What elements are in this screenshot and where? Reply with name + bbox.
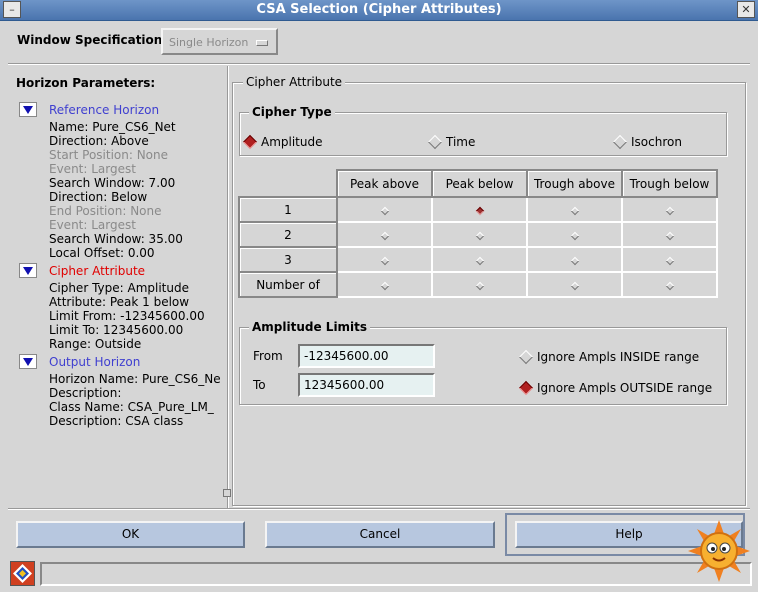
ref-name: Name: Pure_CS6_Net <box>49 120 176 134</box>
matrix-cell-radio[interactable] <box>336 271 433 298</box>
limit-from-summary: Limit From: -12345600.00 <box>49 309 205 323</box>
matrix-cell-radio[interactable] <box>431 271 528 298</box>
window-spec-option-menu[interactable]: Single Horizon <box>161 28 278 55</box>
cipher-type-summary: Cipher Type: Amplitude <box>49 281 189 295</box>
ref-local-offset: Local Offset: 0.00 <box>49 246 155 260</box>
window-spec-value: Single Horizon <box>169 36 249 49</box>
attribute-summary: Attribute: Peak 1 below <box>49 295 190 309</box>
ref-direction-above: Direction: Above <box>49 134 149 148</box>
radio-unselected-icon <box>518 349 534 365</box>
cipher-attribute-group-title: Cipher Attribute <box>243 75 346 89</box>
to-label: To <box>253 378 266 392</box>
limit-from-input[interactable]: -12345600.00 <box>298 344 435 368</box>
radio-ignore-outside[interactable]: Ignore Ampls OUTSIDE range <box>518 380 713 396</box>
col-header-peak-above: Peak above <box>336 169 433 198</box>
ref-end-position: End Position: None <box>49 204 162 218</box>
row-header-2: 2 <box>238 221 338 248</box>
close-button[interactable]: ✕ <box>737 1 755 18</box>
matrix-cell-radio-selected[interactable] <box>431 196 528 223</box>
radio-ignore-inside[interactable]: Ignore Ampls INSIDE range <box>518 349 700 365</box>
matrix-cell-radio[interactable] <box>336 246 433 273</box>
window-title: CSA Selection (Cipher Attributes) <box>256 2 502 17</box>
option-menu-indicator-icon <box>256 40 268 46</box>
matrix-cell-radio[interactable] <box>526 196 623 223</box>
matrix-cell-radio[interactable] <box>431 221 528 248</box>
col-header-trough-below: Trough below <box>621 169 718 198</box>
matrix-cell-radio[interactable] <box>526 246 623 273</box>
range-summary: Range: Outside <box>49 337 142 351</box>
bottom-separator <box>8 508 750 510</box>
radio-ignore-outside-label: Ignore Ampls OUTSIDE range <box>537 381 713 395</box>
matrix-corner <box>239 170 337 197</box>
horizon-parameters-title: Horizon Parameters: <box>16 76 156 90</box>
radio-time-label: Time <box>446 135 476 149</box>
cipher-attribute-expand-icon[interactable] <box>19 263 37 278</box>
matrix-cell-radio[interactable] <box>621 221 718 248</box>
top-separator <box>8 63 750 65</box>
col-header-trough-above: Trough above <box>526 169 623 198</box>
radio-isochron[interactable]: Isochron <box>612 134 682 150</box>
row-header-3: 3 <box>238 246 338 273</box>
matrix-cell-radio[interactable] <box>526 271 623 298</box>
cancel-button[interactable]: Cancel <box>265 521 495 548</box>
output-class-name: Class Name: CSA_Pure_LM_ <box>49 400 214 414</box>
matrix-cell-radio[interactable] <box>526 221 623 248</box>
reference-horizon-heading[interactable]: Reference Horizon <box>49 103 159 117</box>
radio-unselected-icon <box>427 134 443 150</box>
row-header-1: 1 <box>238 196 338 223</box>
row-header-number-of: Number of <box>238 271 338 298</box>
ref-event-end: Event: Largest <box>49 218 136 232</box>
radio-amplitude[interactable]: Amplitude <box>242 134 323 150</box>
radio-amplitude-label: Amplitude <box>261 135 323 149</box>
pane-divider[interactable] <box>227 66 229 508</box>
matrix-cell-radio[interactable] <box>336 196 433 223</box>
radio-selected-icon <box>518 380 534 396</box>
ok-button[interactable]: OK <box>16 521 245 548</box>
status-bar <box>40 562 752 586</box>
radio-time[interactable]: Time <box>427 134 476 150</box>
amplitude-limits-title: Amplitude Limits <box>249 320 371 334</box>
col-header-peak-below: Peak below <box>431 169 528 198</box>
output-horizon-expand-icon[interactable] <box>19 354 37 369</box>
matrix-cell-radio[interactable] <box>621 271 718 298</box>
ref-start-position: Start Position: None <box>49 148 169 162</box>
output-class-description: Description: CSA class <box>49 414 184 428</box>
limit-to-input[interactable]: 12345600.00 <box>298 373 435 397</box>
window-spec-label: Window Specification <box>17 33 163 47</box>
radio-unselected-icon <box>612 134 628 150</box>
matrix-cell-radio[interactable] <box>431 246 528 273</box>
pane-sash-handle[interactable] <box>223 489 231 497</box>
ref-event-start: Event: Largest <box>49 162 136 176</box>
cipher-type-title: Cipher Type <box>249 105 335 119</box>
limit-to-summary: Limit To: 12345600.00 <box>49 323 184 337</box>
output-horizon-heading[interactable]: Output Horizon <box>49 355 140 369</box>
title-bar: – CSA Selection (Cipher Attributes) ✕ <box>0 0 758 21</box>
ref-search-window-above: Search Window: 7.00 <box>49 176 176 190</box>
matrix-cell-radio[interactable] <box>621 196 718 223</box>
cipher-attribute-heading[interactable]: Cipher Attribute <box>49 264 145 278</box>
matrix-cell-radio[interactable] <box>621 246 718 273</box>
ref-direction-below: Direction: Below <box>49 190 148 204</box>
attribute-matrix: Peak above Peak below Trough above Troug… <box>238 169 718 298</box>
ref-search-window-below: Search Window: 35.00 <box>49 232 183 246</box>
output-description: Description: <box>49 386 122 400</box>
app-logo-icon <box>10 561 35 586</box>
from-label: From <box>253 349 283 363</box>
radio-ignore-inside-label: Ignore Ampls INSIDE range <box>537 350 700 364</box>
sun-mascot-icon <box>688 520 750 582</box>
reference-horizon-expand-icon[interactable] <box>19 102 37 117</box>
radio-isochron-label: Isochron <box>631 135 682 149</box>
matrix-cell-radio[interactable] <box>336 221 433 248</box>
output-horizon-name: Horizon Name: Pure_CS6_Ne <box>49 372 221 386</box>
radio-selected-icon <box>242 134 258 150</box>
